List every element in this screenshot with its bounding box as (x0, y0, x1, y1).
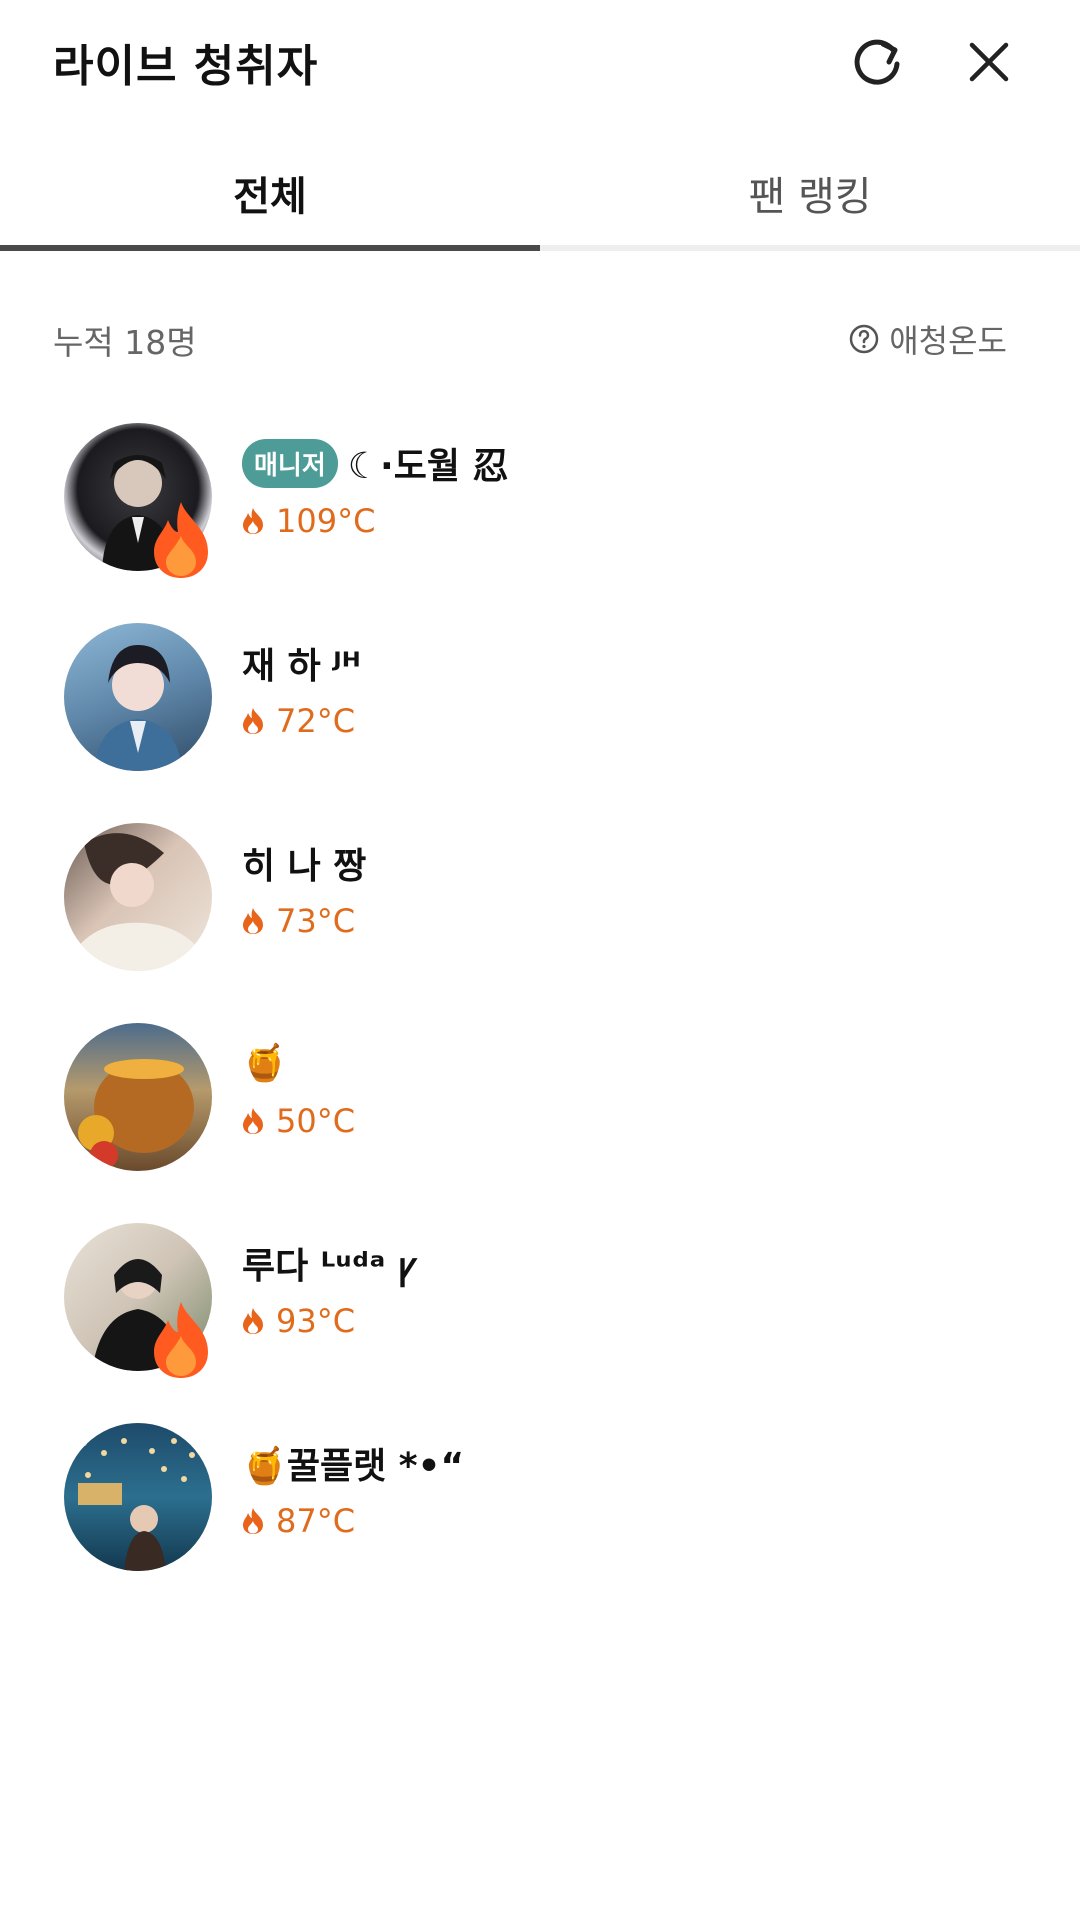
listener-name: 🍯 (242, 1043, 287, 1084)
temperature-value: 73°C (276, 902, 356, 940)
avatar[interactable] (64, 1023, 212, 1171)
flame-icon (243, 1108, 263, 1134)
temperature-help-button[interactable]: 애청온도 (849, 316, 1007, 362)
temperature-value: 50°C (276, 1102, 356, 1140)
temperature-value: 109°C (276, 502, 376, 540)
listener-row[interactable]: 재 하 ᴶᴴ 72°C (0, 605, 1080, 805)
listener-row[interactable]: 루다 ᴸᵘᵈᵃ ꝩ 93°C (0, 1205, 1080, 1405)
refresh-icon (854, 39, 900, 85)
tab-bar: 전체 팬 랭킹 (0, 140, 1080, 252)
close-icon (969, 42, 1009, 82)
tab-divider (540, 245, 1080, 251)
listener-name: ☾·도월 忍 (347, 446, 509, 487)
avatar[interactable] (64, 623, 212, 771)
flame-badge-icon (154, 502, 208, 578)
flame-icon (243, 708, 263, 734)
temperature-value: 72°C (276, 702, 356, 740)
flame-icon (243, 908, 263, 934)
tab-fan-ranking[interactable]: 팬 랭킹 (540, 140, 1080, 245)
header: 라이브 청취자 (0, 0, 1080, 125)
manager-badge: 매니저 (242, 438, 338, 488)
listener-name: 재 하 ᴶᴴ (242, 646, 361, 687)
flame-icon (243, 1308, 263, 1334)
listener-name: 히 나 짱 (242, 846, 367, 887)
listener-row[interactable]: 히 나 짱 73°C (0, 805, 1080, 1005)
listener-row[interactable]: 매니저 ☾·도월 忍 109°C (0, 405, 1080, 605)
tab-all[interactable]: 전체 (0, 140, 540, 245)
avatar[interactable] (64, 1423, 212, 1571)
listener-row[interactable]: 🍯꿀플랫 *•“ 87°C (0, 1405, 1080, 1605)
listener-count: 누적 18명 (53, 323, 197, 362)
temperature-value: 87°C (276, 1502, 356, 1540)
listener-summary: 누적 18명 애청온도 (53, 316, 1007, 362)
temperature-value: 93°C (276, 1302, 356, 1340)
listener-name: 🍯꿀플랫 *•“ (242, 1446, 465, 1487)
page-title: 라이브 청취자 (53, 41, 319, 92)
tab-active-indicator (0, 245, 540, 251)
question-circle-icon (849, 324, 879, 354)
flame-icon (243, 508, 263, 534)
refresh-button[interactable] (845, 30, 909, 94)
flame-badge-icon (154, 1302, 208, 1378)
temperature-help-label: 애청온도 (889, 322, 1007, 360)
listener-name: 루다 ᴸᵘᵈᵃ ꝩ (242, 1246, 417, 1287)
avatar[interactable] (64, 823, 212, 971)
close-button[interactable] (957, 30, 1021, 94)
listener-row[interactable]: 🍯 50°C (0, 1005, 1080, 1205)
flame-icon (243, 1508, 263, 1534)
